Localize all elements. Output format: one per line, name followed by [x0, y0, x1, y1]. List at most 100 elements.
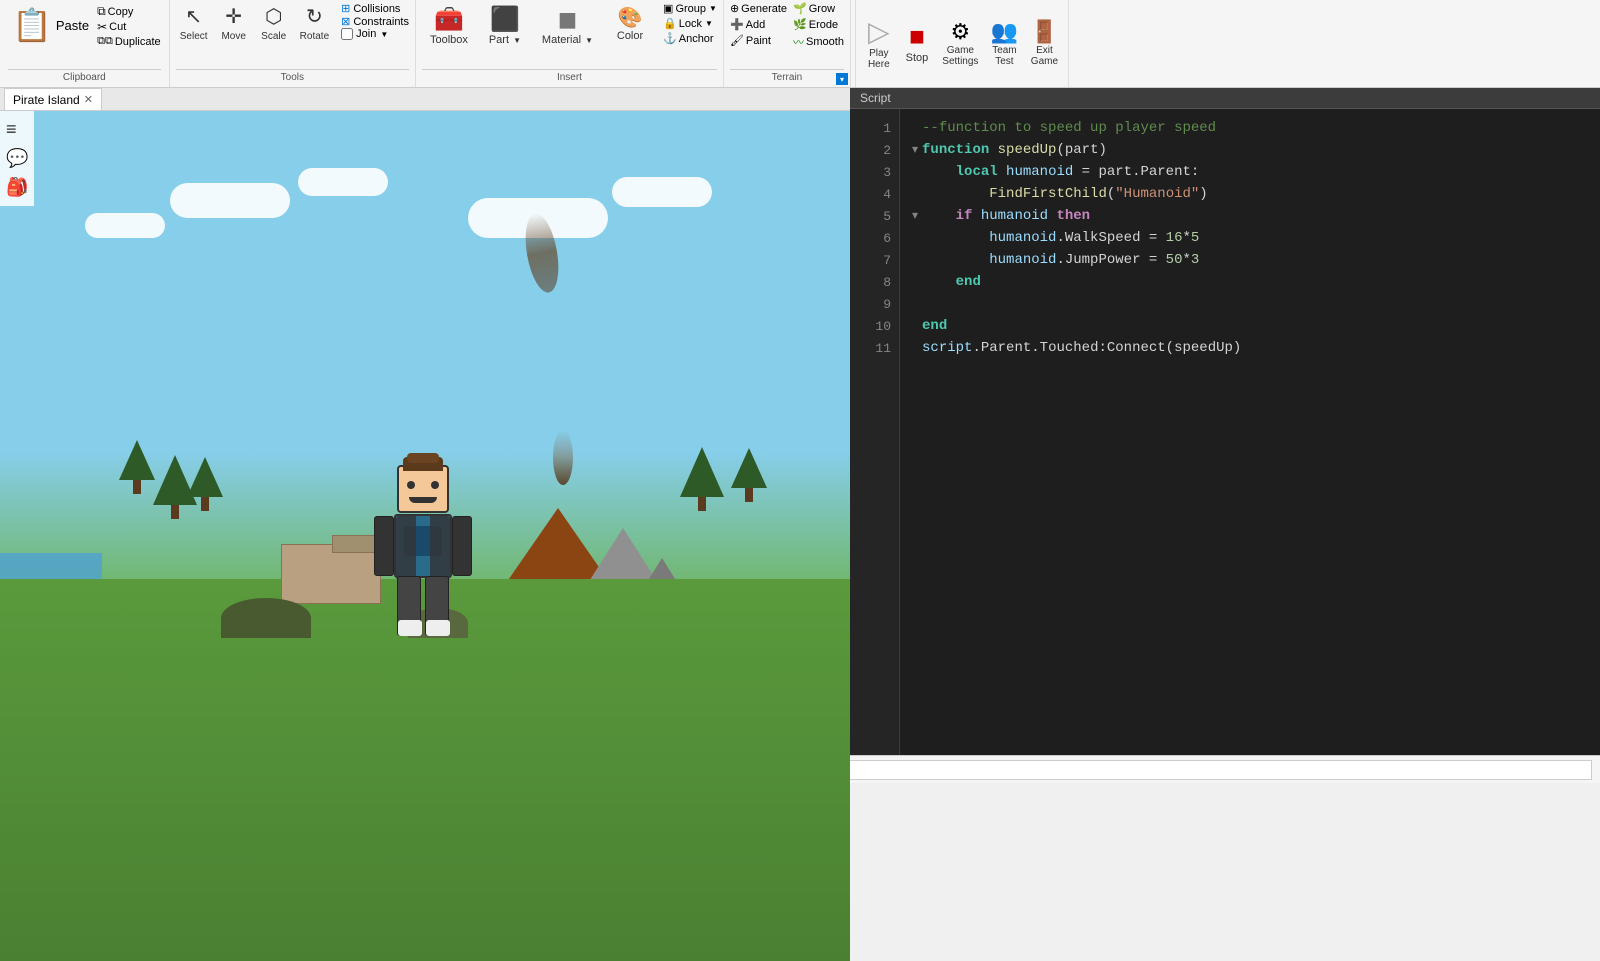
viewport[interactable]: ≡ 💬 🎒 [0, 111, 850, 961]
code-token: humanoid [922, 249, 1056, 271]
play-section: ▷ PlayHere ■ Stop ⚙ GameSettings 👥 TeamT… [855, 0, 1069, 87]
code-token: humanoid [998, 161, 1082, 183]
anchor-button[interactable]: ⚓ Anchor [663, 32, 717, 45]
code-token: end [922, 271, 981, 293]
code-area[interactable]: ▸ --function to speed up player speed ▾ … [900, 109, 1600, 755]
color-icon: 🎨 [618, 5, 643, 30]
part-button[interactable]: ⬛ Part ▼ [480, 2, 530, 49]
code-token: .JumpPower = [1056, 249, 1165, 271]
clipboard-section: 📋 Paste ⧉ Copy ✂ Cut ⧉⧉ Duplicate [0, 0, 170, 87]
terrain-label: Terrain [730, 69, 844, 83]
code-token: script [922, 337, 972, 359]
team-test-button[interactable]: 👥 TeamTest [986, 17, 1022, 69]
pirate-island-tab-close[interactable]: ✕ [84, 93, 93, 106]
code-token: local [922, 161, 998, 183]
move-icon: ✛ [225, 4, 242, 29]
tree-right-1 [680, 447, 724, 511]
toolbar: 📋 Paste ⧉ Copy ✂ Cut ⧉⧉ Duplicate [0, 0, 1600, 88]
paste-icon: 📋 [12, 6, 52, 44]
main-area: Pirate Island ✕ ≡ 💬 🎒 [0, 88, 1600, 755]
line-num-1: 1 [850, 117, 899, 139]
generate-button[interactable]: ⊕ Generate [730, 2, 787, 15]
script-body: 1 2 3 4 5 6 7 8 9 10 11 ▸ --function to … [850, 109, 1600, 755]
material-button[interactable]: ◼ Material ▼ [534, 2, 601, 49]
code-line-9: ▸ [912, 293, 1588, 315]
duplicate-button[interactable]: ⧉⧉ Duplicate [97, 35, 161, 48]
code-token: humanoid [922, 227, 1056, 249]
play-here-button[interactable]: ▷ PlayHere [862, 13, 896, 72]
group-button[interactable]: ▣ Group ▼ [663, 2, 717, 15]
fold-2[interactable]: ▾ [912, 139, 918, 161]
chat-icon[interactable]: 💬 [4, 146, 30, 171]
stop-button[interactable]: ■ Stop [900, 19, 935, 66]
paint-icon: 🖌 [730, 34, 744, 47]
hamburger-icon[interactable]: ≡ [4, 117, 30, 142]
add-terrain-icon: ➕ [730, 18, 744, 31]
game-settings-icon: ⚙ [950, 19, 970, 45]
grow-icon: 🌱 [793, 2, 807, 15]
fold-5[interactable]: ▾ [912, 205, 918, 227]
pirate-island-tab[interactable]: Pirate Island ✕ [4, 88, 102, 110]
copy-button[interactable]: ⧉ Copy [97, 4, 161, 19]
line-num-6: 6 [850, 227, 899, 249]
tab-bar: Pirate Island ✕ [0, 88, 850, 111]
exit-game-button[interactable]: 🚪 ExitGame [1026, 17, 1062, 69]
paste-label: Paste [56, 18, 89, 33]
rotate-button[interactable]: ↻ Rotate [296, 2, 333, 44]
part-dropdown-arrow[interactable]: ▼ [513, 36, 521, 45]
pirate-island-tab-label: Pirate Island [13, 93, 80, 107]
constraints-checkbox-row[interactable]: ⊠ Constraints [341, 15, 409, 28]
smooth-button[interactable]: 〰 Smooth [793, 34, 844, 50]
lock-button[interactable]: 🔒 Lock ▼ [663, 17, 717, 30]
code-line-1: ▸ --function to speed up player speed [912, 117, 1588, 139]
color-button[interactable]: 🎨 Color [605, 2, 655, 45]
play-here-icon: ▷ [868, 15, 890, 48]
line-num-9: 9 [850, 293, 899, 315]
code-token: * [1182, 227, 1190, 249]
join-row[interactable]: Join ▼ [341, 28, 409, 40]
scale-icon: ⬡ [265, 4, 282, 29]
code-line-4: ▸ FindFirstChild ( "Humanoid" ) [912, 183, 1588, 205]
game-settings-button[interactable]: ⚙ GameSettings [938, 17, 982, 69]
code-line-8: ▸ end [912, 271, 1588, 293]
edit-expand-button[interactable]: ▾ [836, 73, 848, 85]
line-num-8: 8 [850, 271, 899, 293]
group-dropdown[interactable]: ▼ [709, 4, 717, 13]
paste-button[interactable]: 📋 Paste [8, 4, 93, 46]
code-token: ) [1199, 183, 1207, 205]
toolbox-icon: 🧰 [434, 5, 464, 34]
constraints-icon: ⊠ [341, 15, 350, 28]
lock-dropdown[interactable]: ▼ [705, 19, 713, 28]
generate-icon: ⊕ [730, 2, 739, 15]
move-button[interactable]: ✛ Move [216, 2, 252, 44]
toolbox-button[interactable]: 🧰 Toolbox [422, 2, 476, 49]
scale-button[interactable]: ⬡ Scale [256, 2, 292, 44]
join-checkbox[interactable] [341, 28, 353, 40]
smoke2 [553, 430, 573, 485]
scene-clouds [0, 154, 850, 452]
code-token: .Parent.Touched:Connect(speedUp) [972, 337, 1241, 359]
insert-section: 🧰 Toolbox ⬛ Part ▼ ◼ Material ▼ 🎨 Color [416, 0, 724, 87]
code-line-3: ▸ local humanoid = part.Parent: [912, 161, 1588, 183]
code-line-6: ▸ humanoid .WalkSpeed = 16 * 5 [912, 227, 1588, 249]
add-terrain-button[interactable]: ➕ Add [730, 18, 787, 31]
material-dropdown-arrow[interactable]: ▼ [585, 36, 593, 45]
code-token: function [922, 139, 989, 161]
collisions-checkbox-row[interactable]: ⊞ Collisions [341, 2, 409, 15]
erode-button[interactable]: 🌿 Erode [793, 18, 844, 31]
line-num-3: 3 [850, 161, 899, 183]
backpack-icon[interactable]: 🎒 [4, 175, 30, 200]
tools-label: Tools [176, 69, 409, 83]
paint-button[interactable]: 🖌 Paint [730, 34, 787, 47]
code-token: FindFirstChild [922, 183, 1107, 205]
grow-button[interactable]: 🌱 Grow [793, 2, 844, 15]
building [281, 544, 381, 604]
select-button[interactable]: ↖ Select [176, 2, 212, 44]
material-icon: ◼ [558, 5, 578, 34]
cut-button[interactable]: ✂ Cut [97, 20, 161, 34]
code-token: .WalkSpeed = [1056, 227, 1165, 249]
group-icon: ▣ [663, 2, 673, 15]
code-token: "Humanoid" [1115, 183, 1199, 205]
copy-icon: ⧉ [97, 4, 106, 19]
join-dropdown[interactable]: ▼ [380, 30, 388, 39]
